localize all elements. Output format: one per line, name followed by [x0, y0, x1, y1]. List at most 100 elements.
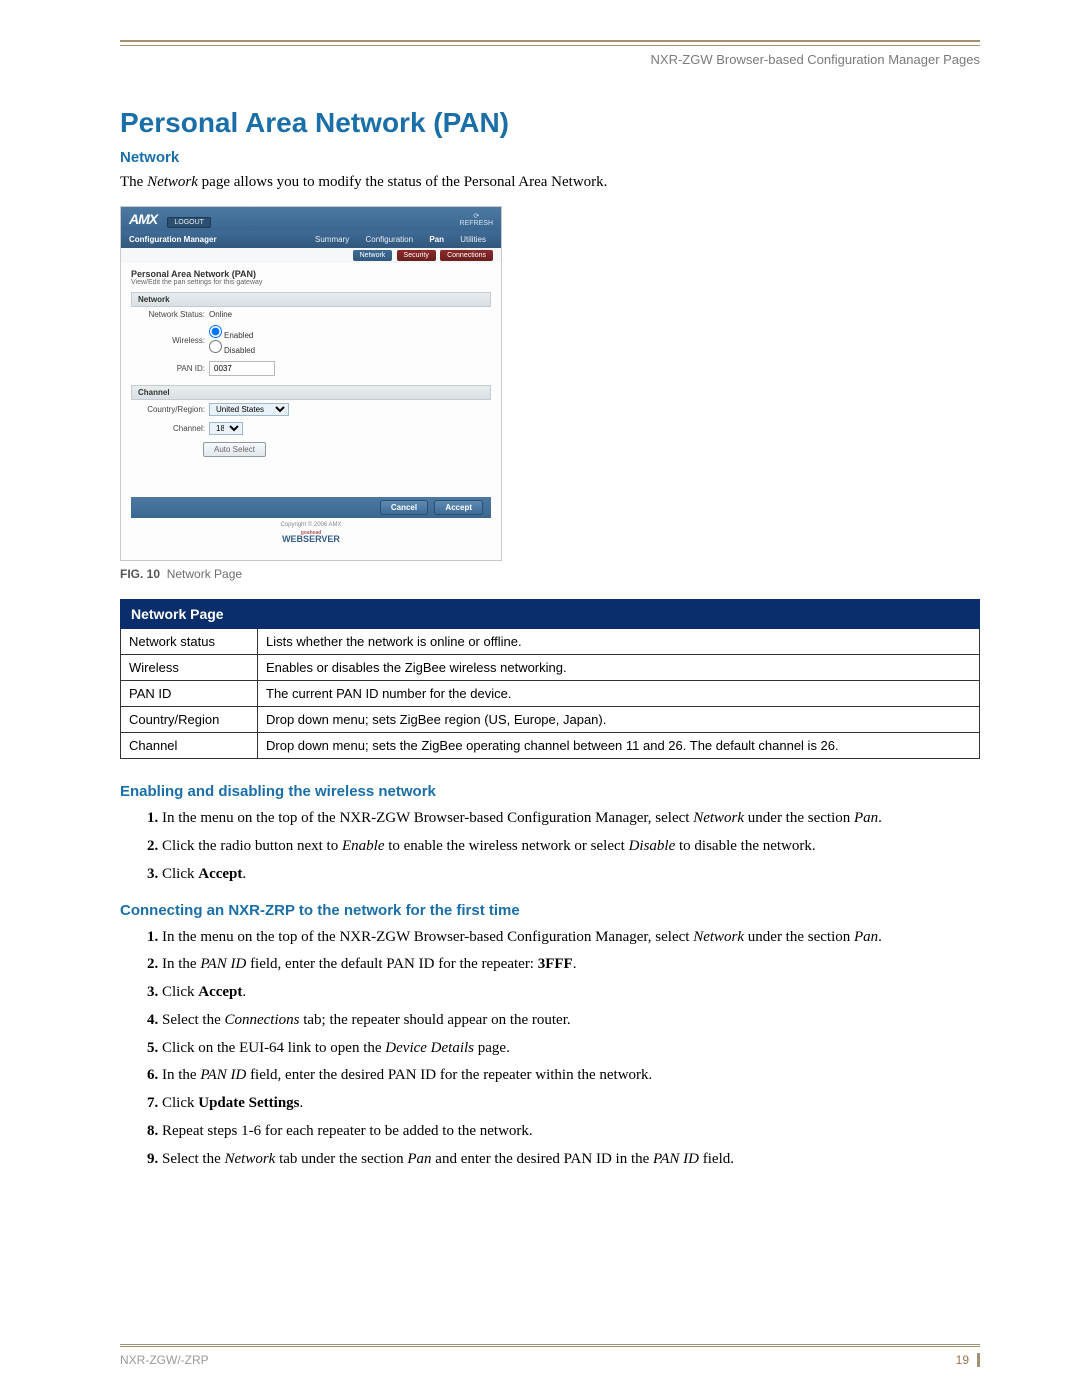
t: under the section [744, 929, 854, 945]
t: Device Details [385, 1040, 474, 1056]
list-item: Click on the EUI-64 link to open the Dev… [162, 1038, 966, 1060]
t: Network [224, 1151, 275, 1167]
shot-actionbar: Cancel Accept [131, 497, 491, 518]
page-number: 19 [956, 1353, 980, 1367]
intro-em: Network [147, 174, 198, 190]
lbl-wireless: Wireless: [137, 336, 209, 345]
field-panid: PAN ID: [131, 358, 491, 379]
select-channel[interactable]: 18 [209, 422, 243, 435]
footer-rule [120, 1344, 980, 1347]
t: Network [693, 810, 744, 826]
t: PAN ID [200, 1067, 246, 1083]
shot-subtabs: Network Security Connections [121, 248, 501, 263]
accept-button[interactable]: Accept [434, 500, 483, 515]
cell-key: Wireless [121, 655, 258, 681]
cancel-button[interactable]: Cancel [380, 500, 428, 515]
t: to enable the wireless network or select [384, 838, 628, 854]
header-category: NXR-ZGW Browser-based Configuration Mana… [120, 52, 980, 67]
page-footer: NXR-ZGW/-ZRP 19 [120, 1344, 980, 1367]
subtab-connections[interactable]: Connections [440, 250, 493, 261]
auto-select-button[interactable]: Auto Select [203, 442, 266, 457]
t: PAN ID [200, 956, 246, 972]
t: Accept [198, 866, 242, 882]
cell-val: Drop down menu; sets the ZigBee operatin… [258, 733, 980, 759]
refresh-button[interactable]: ⟳ REFRESH [460, 212, 493, 227]
radio-enabled[interactable] [209, 325, 222, 338]
t: Network [693, 929, 744, 945]
network-page-table: Network Page Network statusLists whether… [120, 599, 980, 759]
t: . [242, 866, 246, 882]
shot-topbar: AMX LOGOUT ⟳ REFRESH [121, 207, 501, 231]
t: field. [699, 1151, 734, 1167]
amx-logo: AMX [129, 211, 157, 227]
cell-val: Drop down menu; sets ZigBee region (US, … [258, 707, 980, 733]
select-country[interactable]: United States [209, 403, 289, 416]
radio-disabled[interactable] [209, 340, 222, 353]
refresh-icon: ⟳ [460, 212, 493, 220]
t: Click [162, 984, 198, 1000]
t: In the menu on the top of the NXR-ZGW Br… [162, 929, 693, 945]
intro-pre: The [120, 174, 147, 190]
t: Select the [162, 1012, 224, 1028]
list-item: Click Update Settings. [162, 1093, 966, 1115]
network-intro: The Network page allows you to modify th… [120, 172, 980, 192]
list-item: In the PAN ID field, enter the default P… [162, 954, 966, 976]
tab-configuration[interactable]: Configuration [358, 233, 420, 246]
t: Click the radio button next to [162, 838, 342, 854]
logout-button[interactable]: LOGOUT [167, 217, 211, 228]
shot-confbar: Configuration Manager Summary Configurat… [121, 231, 501, 248]
t: PAN ID [653, 1151, 699, 1167]
cell-val: The current PAN ID number for the device… [258, 681, 980, 707]
t: . [878, 810, 882, 826]
input-panid[interactable] [209, 361, 275, 376]
t: Update Settings [198, 1095, 299, 1111]
tab-utilities[interactable]: Utilities [453, 233, 493, 246]
tab-summary[interactable]: Summary [308, 233, 356, 246]
subsection-connect-zrp: Connecting an NXR-ZRP to the network for… [120, 902, 980, 919]
t: . [300, 1095, 304, 1111]
table-row: WirelessEnables or disables the ZigBee w… [121, 655, 980, 681]
lbl-network-status: Network Status: [137, 310, 209, 319]
shot-webserver: goahead WEBSERVER [131, 530, 491, 550]
t: Click [162, 866, 198, 882]
t: . [573, 956, 577, 972]
table-row: PAN IDThe current PAN ID number for the … [121, 681, 980, 707]
opt-enabled: Enabled [224, 331, 253, 340]
steps-enable-wireless: In the menu on the top of the NXR-ZGW Br… [144, 808, 980, 885]
shot-section-channel: Channel [131, 385, 491, 400]
list-item: Click Accept. [162, 864, 966, 886]
t: tab under the section [275, 1151, 407, 1167]
table-row: Country/RegionDrop down menu; sets ZigBe… [121, 707, 980, 733]
t: . [878, 929, 882, 945]
subtab-network[interactable]: Network [353, 250, 393, 261]
shot-copyright: Copyright © 2006 AMX [131, 518, 491, 530]
list-item: Click the radio button next to Enable to… [162, 836, 966, 858]
t: In the [162, 1067, 200, 1083]
t: and enter the desired PAN ID in the [432, 1151, 653, 1167]
fig-text: Network Page [167, 567, 242, 581]
subtab-security[interactable]: Security [397, 250, 436, 261]
intro-post: page allows you to modify the status of … [198, 174, 608, 190]
t: to disable the network. [675, 838, 815, 854]
cell-val: Lists whether the network is online or o… [258, 629, 980, 655]
fig-label: FIG. 10 [120, 567, 160, 581]
figure-caption: FIG. 10 Network Page [120, 567, 980, 581]
t: under the section [744, 810, 854, 826]
table-row: ChannelDrop down menu; sets the ZigBee o… [121, 733, 980, 759]
list-item: Repeat steps 1-6 for each repeater to be… [162, 1121, 966, 1143]
refresh-label: REFRESH [460, 220, 493, 227]
lbl-channel: Channel: [137, 424, 209, 433]
field-country: Country/Region: United States [131, 400, 491, 419]
list-item: In the menu on the top of the NXR-ZGW Br… [162, 808, 966, 830]
t: . [242, 984, 246, 1000]
cell-key: Country/Region [121, 707, 258, 733]
config-manager-label: Configuration Manager [129, 235, 217, 244]
subsection-enable-wireless: Enabling and disabling the wireless netw… [120, 783, 980, 800]
t: Pan [854, 929, 878, 945]
tab-pan[interactable]: Pan [422, 233, 451, 246]
webserver-label: WEBSERVER [282, 534, 340, 544]
lbl-country: Country/Region: [137, 405, 209, 414]
shot-pan-sub: View/Edit the pan settings for this gate… [131, 279, 491, 286]
list-item: In the menu on the top of the NXR-ZGW Br… [162, 927, 966, 949]
t: Pan [407, 1151, 431, 1167]
